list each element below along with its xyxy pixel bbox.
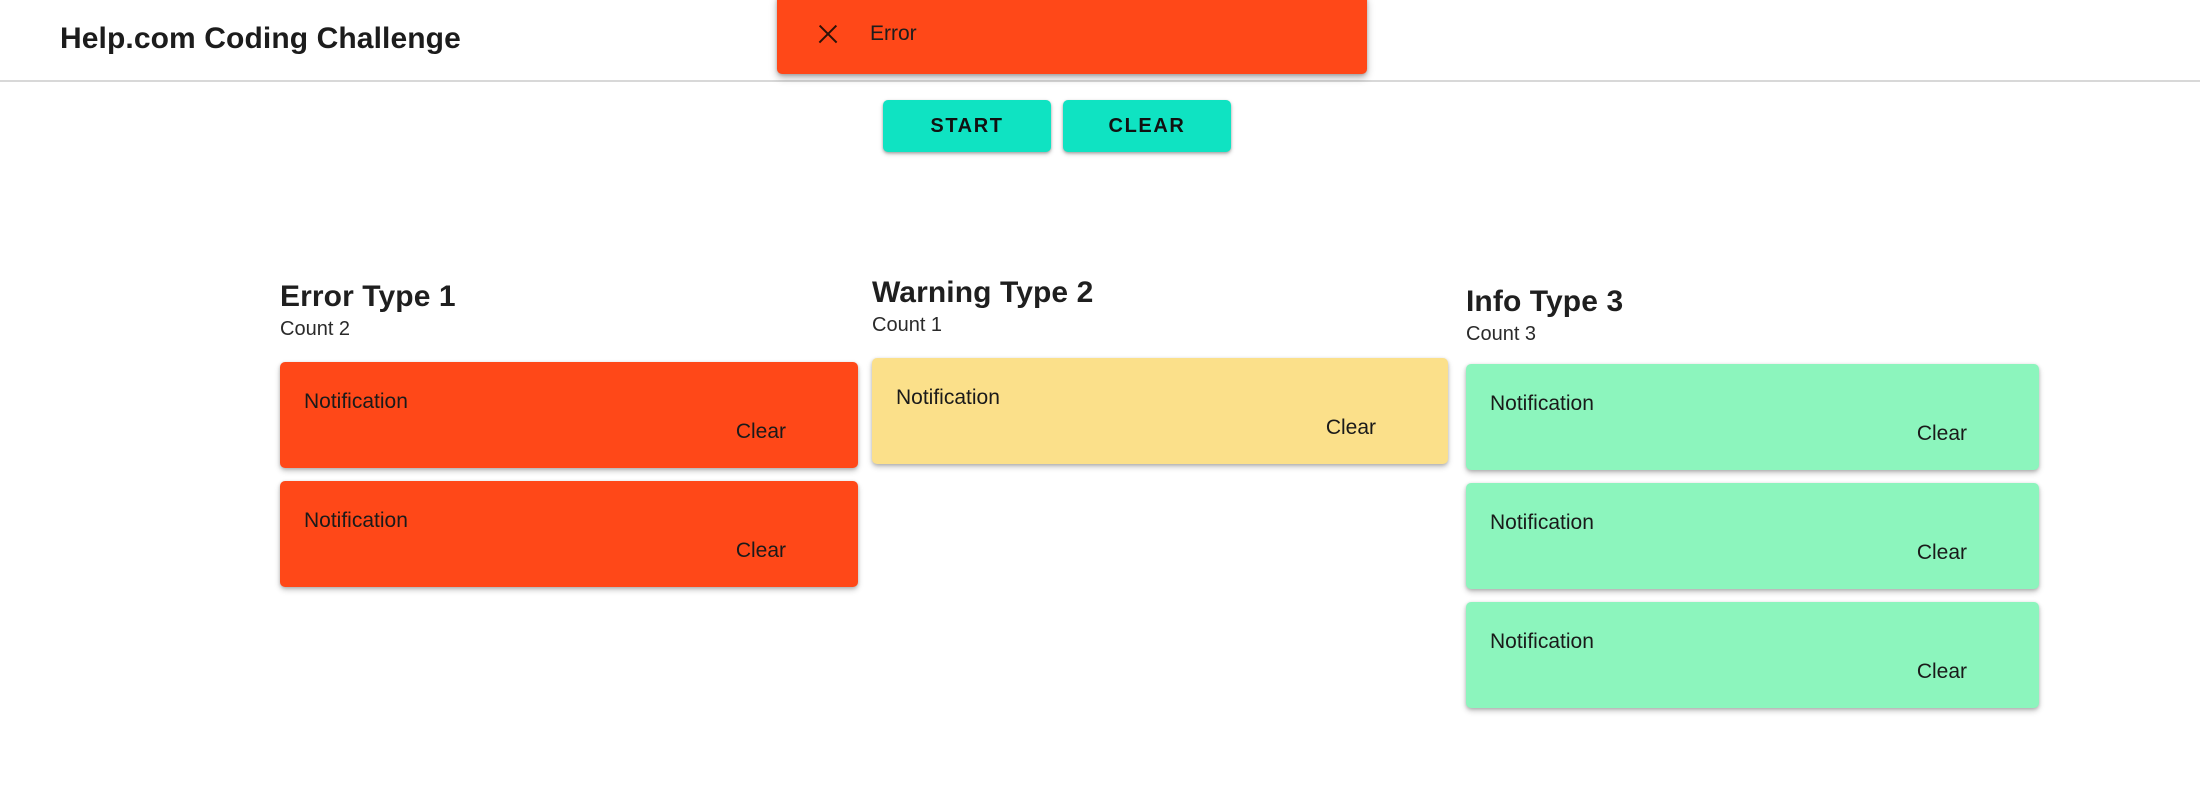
notification-card[interactable]: Notification Clear — [1466, 602, 2039, 708]
notification-clear-button[interactable]: Clear — [736, 539, 786, 563]
notification-clear-button[interactable]: Clear — [1917, 541, 1967, 565]
notification-card[interactable]: Notification Clear — [1466, 364, 2039, 470]
notification-label: Notification — [1490, 392, 1594, 415]
notification-label: Notification — [1490, 511, 1594, 534]
notification-card[interactable]: Notification Clear — [280, 481, 858, 587]
notification-label: Notification — [304, 509, 408, 532]
clear-all-button[interactable]: CLEAR — [1063, 100, 1231, 152]
notification-clear-button[interactable]: Clear — [1326, 416, 1376, 440]
notification-label: Notification — [1490, 630, 1594, 653]
column-count: Count 1 — [872, 314, 943, 336]
notification-label: Notification — [304, 390, 408, 413]
column-count: Count 3 — [1466, 323, 1537, 345]
notification-clear-button[interactable]: Clear — [1917, 660, 1967, 684]
notification-card[interactable]: Notification Clear — [872, 358, 1448, 464]
toast-message: Error — [870, 22, 917, 45]
error-toast[interactable]: Error — [777, 0, 1367, 74]
notification-card[interactable]: Notification Clear — [280, 362, 858, 468]
column-title: Error Type 1 — [280, 280, 456, 313]
app-root: Help.com Coding Challenge Error START CL… — [0, 0, 2200, 786]
notification-label: Notification — [896, 386, 1000, 409]
notification-card[interactable]: Notification Clear — [1466, 483, 2039, 589]
column-count: Count 2 — [280, 318, 351, 340]
notification-clear-button[interactable]: Clear — [1917, 422, 1967, 446]
start-button[interactable]: START — [883, 100, 1051, 152]
action-button-group: START CLEAR — [883, 100, 1231, 152]
column-title: Info Type 3 — [1466, 285, 1624, 318]
column-title: Warning Type 2 — [872, 276, 1094, 309]
close-x-icon[interactable] — [815, 21, 841, 47]
notification-clear-button[interactable]: Clear — [736, 420, 786, 444]
